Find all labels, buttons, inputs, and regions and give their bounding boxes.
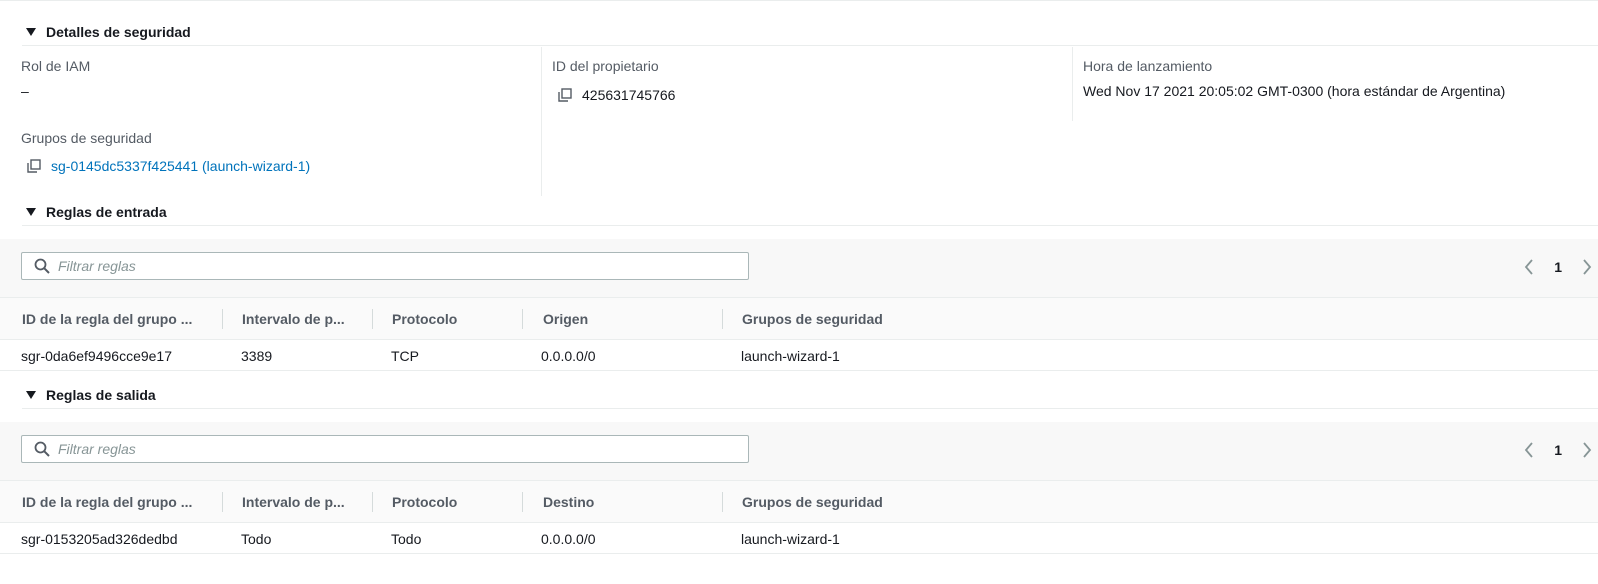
launch-time-label: Hora de lanzamiento — [1083, 58, 1213, 74]
outbound-search-box — [21, 435, 749, 463]
table-row[interactable]: sgr-0da6ef9496cce9e17 3389 TCP 0.0.0.0/0… — [0, 341, 1598, 371]
caret-down-icon — [26, 28, 36, 36]
security-details-title: Detalles de seguridad — [46, 24, 191, 40]
top-divider — [0, 0, 1598, 1]
owner-id-item: 425631745766 — [558, 87, 675, 103]
outbound-pagination: 1 — [1518, 440, 1598, 460]
owner-id-label: ID del propietario — [552, 58, 659, 74]
inbound-table-header: ID de la regla del grupo ... Intervalo d… — [0, 297, 1598, 340]
column-header-source[interactable]: Origen — [543, 298, 588, 339]
security-group-link[interactable]: sg-0145dc5337f425441 (launch-wizard-1) — [51, 158, 310, 174]
column-header-security-groups[interactable]: Grupos de seguridad — [742, 481, 883, 522]
column-header-protocol[interactable]: Protocolo — [392, 298, 457, 339]
outbound-filter-bar: 1 — [0, 422, 1598, 480]
rule-id-cell: sgr-0153205ad326dedbd — [21, 530, 178, 547]
search-icon — [34, 258, 50, 274]
column-resizer[interactable] — [222, 492, 223, 512]
inbound-rules-title: Reglas de entrada — [46, 204, 167, 220]
column-header-port-range[interactable]: Intervalo de p... — [242, 298, 345, 339]
outbound-table-header: ID de la regla del grupo ... Intervalo d… — [0, 480, 1598, 523]
column-resizer[interactable] — [522, 492, 523, 512]
column-header-destination[interactable]: Destino — [543, 481, 594, 522]
prev-page-button[interactable] — [1518, 257, 1540, 277]
column-header-protocol[interactable]: Protocolo — [392, 481, 457, 522]
inbound-filter-bar: 1 — [0, 239, 1598, 297]
outbound-filter-input[interactable] — [58, 441, 738, 457]
column-divider — [541, 47, 542, 196]
column-resizer[interactable] — [722, 309, 723, 329]
security-group-cell: launch-wizard-1 — [741, 530, 840, 547]
port-range-cell: Todo — [241, 530, 272, 547]
iam-role-value: – — [21, 83, 29, 99]
copy-icon[interactable] — [558, 88, 572, 102]
column-resizer[interactable] — [222, 309, 223, 329]
security-group-item: sg-0145dc5337f425441 (launch-wizard-1) — [27, 158, 310, 174]
inbound-search-box — [21, 252, 749, 280]
column-resizer[interactable] — [722, 492, 723, 512]
chevron-right-icon — [1583, 259, 1592, 275]
column-header-security-groups[interactable]: Grupos de seguridad — [742, 298, 883, 339]
outbound-rules-header[interactable]: Reglas de salida — [22, 382, 1598, 409]
source-cell: 0.0.0.0/0 — [541, 347, 596, 364]
rule-id-cell: sgr-0da6ef9496cce9e17 — [21, 347, 173, 364]
owner-id-value: 425631745766 — [582, 87, 676, 103]
chevron-left-icon — [1525, 259, 1533, 275]
security-details-header[interactable]: Detalles de seguridad — [22, 19, 1598, 46]
page-number[interactable]: 1 — [1554, 259, 1562, 275]
column-header-rule-id[interactable]: ID de la regla del grupo ... — [22, 481, 192, 522]
column-header-port-range[interactable]: Intervalo de p... — [242, 481, 345, 522]
next-page-button[interactable] — [1576, 257, 1598, 277]
inbound-pagination: 1 — [1518, 257, 1598, 277]
chevron-right-icon — [1583, 442, 1592, 458]
port-range-cell: 3389 — [241, 347, 273, 364]
column-resizer[interactable] — [372, 492, 373, 512]
security-group-cell: launch-wizard-1 — [741, 347, 840, 364]
iam-role-label: Rol de IAM — [21, 58, 91, 74]
caret-down-icon — [26, 208, 36, 216]
table-row[interactable]: sgr-0153205ad326dedbd Todo Todo 0.0.0.0/… — [0, 524, 1598, 554]
outbound-rules-title: Reglas de salida — [46, 387, 156, 403]
page-number[interactable]: 1 — [1554, 442, 1562, 458]
copy-icon[interactable] — [27, 159, 41, 173]
security-groups-label: Grupos de seguridad — [21, 130, 152, 146]
protocol-cell: TCP — [391, 347, 419, 364]
launch-time-value: Wed Nov 17 2021 20:05:02 GMT-0300 (hora … — [1083, 83, 1506, 99]
inbound-filter-input[interactable] — [58, 258, 738, 274]
prev-page-button[interactable] — [1518, 440, 1540, 460]
column-resizer[interactable] — [522, 309, 523, 329]
column-header-rule-id[interactable]: ID de la regla del grupo ... — [22, 298, 192, 339]
destination-cell: 0.0.0.0/0 — [541, 530, 596, 547]
column-resizer[interactable] — [372, 309, 373, 329]
next-page-button[interactable] — [1576, 440, 1598, 460]
inbound-rules-header[interactable]: Reglas de entrada — [22, 199, 1598, 226]
search-icon — [34, 441, 50, 457]
chevron-left-icon — [1525, 442, 1533, 458]
caret-down-icon — [26, 391, 36, 399]
column-divider — [1072, 47, 1073, 121]
protocol-cell: Todo — [391, 530, 422, 547]
